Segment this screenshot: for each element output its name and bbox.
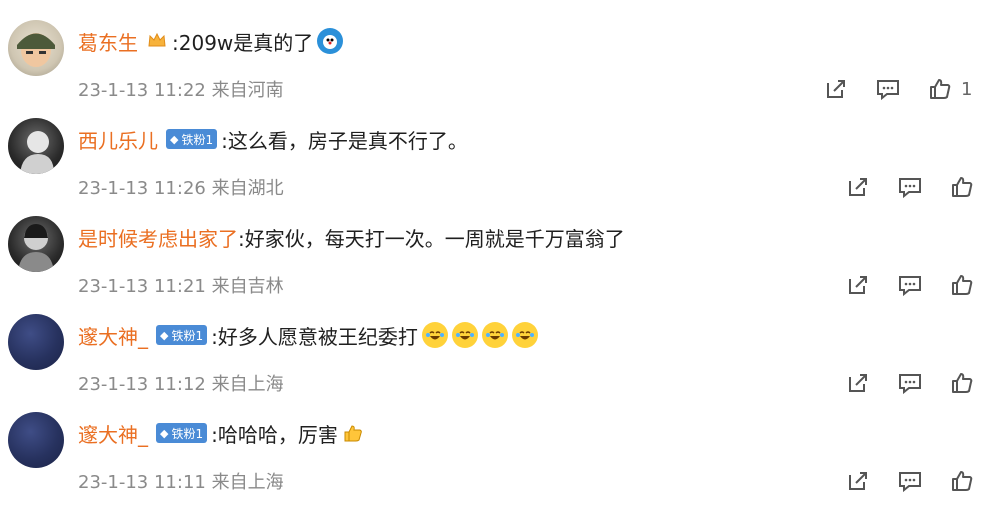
comment-item: 西儿乐儿 ◆ 铁粉1 :这么看，房子是真不行了。 23-1-13 11:26 来自… bbox=[0, 118, 1000, 216]
location: 来自吉林 bbox=[211, 276, 284, 297]
action-bar bbox=[845, 468, 1000, 494]
comment-item: 邃大神_ ◆ 铁粉1 :哈哈哈，厉害 23-1-13 11:11 来自上海 bbox=[0, 412, 1000, 510]
comment-icon[interactable] bbox=[897, 174, 923, 200]
location: 来自河南 bbox=[211, 80, 284, 101]
username[interactable]: 是时候考虑出家了 bbox=[78, 223, 238, 252]
avatar[interactable] bbox=[8, 314, 64, 370]
timestamp: 23-1-13 11:22 bbox=[78, 80, 212, 101]
avatar[interactable]: ✓ bbox=[8, 20, 64, 76]
avatar[interactable] bbox=[8, 118, 64, 174]
like-icon[interactable] bbox=[949, 468, 975, 494]
laughing-crying-emoji-icon bbox=[421, 322, 448, 348]
comment-icon[interactable] bbox=[897, 468, 923, 494]
comment-text: :好家伙，每天打一次。一周就是千万富翁了 bbox=[238, 226, 625, 251]
action-bar bbox=[845, 272, 1000, 298]
crown-icon bbox=[146, 30, 168, 52]
fan-badge[interactable]: ◆ 铁粉1 bbox=[156, 325, 208, 345]
person-avatar-icon bbox=[20, 131, 54, 174]
comment-icon[interactable] bbox=[897, 370, 923, 396]
diamond-icon: ◆ bbox=[170, 132, 179, 146]
action-bar bbox=[845, 370, 1000, 396]
meta-line: 23-1-13 11:11 来自上海 bbox=[78, 468, 284, 494]
timestamp: 23-1-13 11:12 bbox=[78, 374, 212, 395]
timestamp: 23-1-13 11:11 bbox=[78, 472, 212, 493]
username[interactable]: 邃大神_ bbox=[78, 419, 148, 448]
share-icon[interactable] bbox=[845, 174, 871, 200]
diamond-icon: ◆ bbox=[160, 328, 169, 342]
action-bar: 1 bbox=[823, 76, 972, 102]
diamond-icon: ◆ bbox=[160, 426, 169, 440]
laughing-crying-emoji-icon bbox=[511, 322, 538, 348]
meta-line: 23-1-13 11:21 来自吉林 bbox=[78, 272, 284, 298]
avatar[interactable] bbox=[8, 216, 64, 272]
laughing-crying-emoji-icon bbox=[451, 322, 478, 348]
timestamp: 23-1-13 11:21 bbox=[78, 276, 212, 297]
avatar[interactable] bbox=[8, 412, 64, 468]
username[interactable]: 西儿乐儿 bbox=[78, 125, 158, 154]
meta-line: 23-1-13 11:12 来自上海 bbox=[78, 370, 284, 396]
laughing-crying-emoji-icon bbox=[481, 322, 508, 348]
comment-text: :209w是真的了 bbox=[172, 30, 314, 55]
like-icon[interactable] bbox=[949, 370, 975, 396]
location: 来自上海 bbox=[211, 374, 284, 395]
comment-text: :好多人愿意被王纪委打 bbox=[211, 324, 418, 349]
fan-badge[interactable]: ◆ 铁粉1 bbox=[166, 129, 218, 149]
comment-text: :这么看，房子是真不行了。 bbox=[221, 128, 468, 153]
share-icon[interactable] bbox=[823, 76, 849, 102]
like-icon[interactable] bbox=[949, 272, 975, 298]
comment-item: ✓ 葛东生 :209w是真的了 23-1-13 11:22 来自河南 1 bbox=[0, 20, 1000, 118]
username[interactable]: 邃大神_ bbox=[78, 321, 148, 350]
fan-badge[interactable]: ◆ 铁粉1 bbox=[156, 423, 208, 443]
thumbs-up-emoji-icon bbox=[342, 420, 364, 446]
location: 来自湖北 bbox=[211, 178, 284, 199]
comment-text: :哈哈哈，厉害 bbox=[211, 422, 338, 447]
doraemon-emoji-icon bbox=[317, 28, 344, 54]
comment-item: 邃大神_ ◆ 铁粉1 :好多人愿意被王纪委打 23-1-13 11:12 来自上海 bbox=[0, 314, 1000, 412]
share-icon[interactable] bbox=[845, 468, 871, 494]
meta-line: 23-1-13 11:26 来自湖北 bbox=[78, 174, 284, 200]
meta-line: 23-1-13 11:22 来自河南 bbox=[78, 76, 284, 102]
location: 来自上海 bbox=[211, 472, 284, 493]
timestamp: 23-1-13 11:26 bbox=[78, 178, 212, 199]
share-icon[interactable] bbox=[845, 370, 871, 396]
username[interactable]: 葛东生 bbox=[78, 27, 138, 56]
comment-icon[interactable] bbox=[875, 76, 901, 102]
like-count: 1 bbox=[961, 78, 973, 100]
share-icon[interactable] bbox=[845, 272, 871, 298]
like-icon[interactable] bbox=[949, 174, 975, 200]
person-avatar-icon bbox=[18, 224, 54, 272]
like-icon[interactable] bbox=[927, 76, 953, 102]
action-bar bbox=[845, 174, 1000, 200]
comment-icon[interactable] bbox=[897, 272, 923, 298]
comment-item: 是时候考虑出家了 :好家伙，每天打一次。一周就是千万富翁了 23-1-13 11… bbox=[0, 216, 1000, 314]
